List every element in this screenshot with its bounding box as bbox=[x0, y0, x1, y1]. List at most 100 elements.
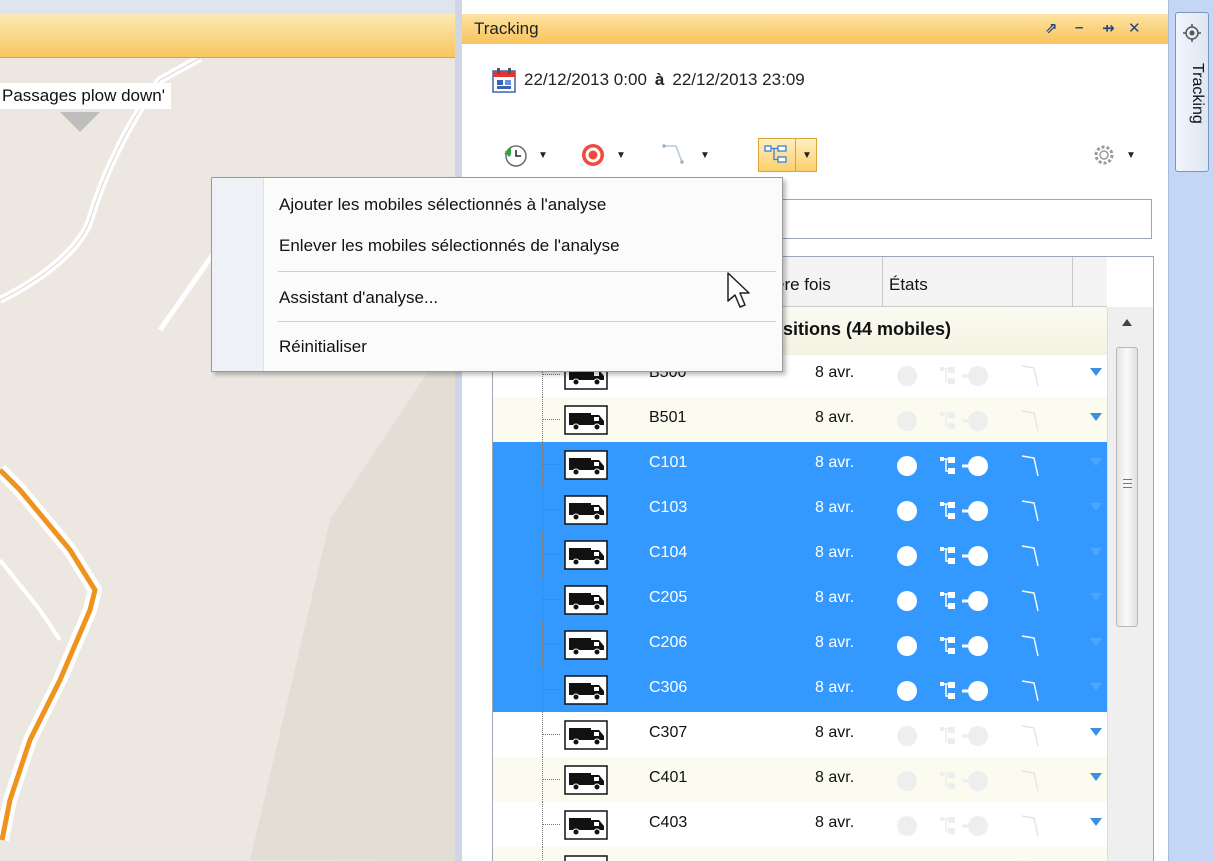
state-icons bbox=[896, 722, 1066, 750]
chevron-down-icon[interactable]: ▼ bbox=[616, 150, 626, 161]
truck-icon bbox=[564, 450, 608, 485]
route-line bbox=[0, 468, 98, 841]
column-header-first-time[interactable]: ère fois bbox=[769, 257, 883, 307]
truck-icon bbox=[564, 540, 608, 575]
table-row[interactable]: C103 8 avr. bbox=[493, 487, 1107, 532]
first-time-date: 8 avr. bbox=[815, 814, 855, 831]
row-menu-chevron-icon[interactable] bbox=[1090, 593, 1102, 601]
row-menu-chevron-icon[interactable] bbox=[1090, 413, 1102, 421]
state-icons bbox=[896, 542, 1066, 570]
row-menu-chevron-icon[interactable] bbox=[1090, 728, 1102, 736]
table-row[interactable]: C104 8 avr. bbox=[493, 532, 1107, 577]
mobile-name: C101 bbox=[649, 454, 688, 471]
truck-icon bbox=[564, 765, 608, 800]
tree-branch bbox=[542, 644, 560, 645]
grid-rows: B500 8 avr. B501 8 avr. C101 8 avr. C103 8 avr.… bbox=[493, 352, 1107, 861]
group-label: sitions (44 mobiles) bbox=[783, 319, 952, 339]
tree-branch bbox=[542, 779, 560, 780]
calendar-icon[interactable] bbox=[492, 67, 516, 93]
route-button[interactable]: ▼ bbox=[662, 140, 710, 170]
table-row[interactable]: C101 8 avr. bbox=[493, 442, 1107, 487]
history-button[interactable]: ▼ bbox=[502, 140, 548, 170]
toolbar: ▼ ▼ ▼ ▼ ▼ bbox=[502, 136, 1142, 174]
locate-icon bbox=[1183, 24, 1201, 42]
row-menu-chevron-icon[interactable] bbox=[1090, 458, 1102, 466]
chevron-down-icon[interactable]: ▼ bbox=[802, 150, 812, 161]
truck-icon bbox=[564, 405, 608, 440]
menu-item-add-to-analysis[interactable]: Ajouter les mobiles sélectionnés à l'ana… bbox=[279, 195, 606, 215]
map-canvas[interactable] bbox=[0, 0, 455, 861]
popout-icon[interactable]: ⇗ bbox=[1045, 19, 1058, 37]
truck-icon bbox=[564, 630, 608, 665]
row-menu-chevron-icon[interactable] bbox=[1090, 818, 1102, 826]
table-row[interactable]: C401 8 avr. bbox=[493, 757, 1107, 802]
mobile-name: C103 bbox=[649, 499, 688, 516]
map-view[interactable]: Passages plow down' bbox=[0, 0, 455, 861]
tree-branch bbox=[542, 374, 560, 375]
row-menu-chevron-icon[interactable] bbox=[1090, 773, 1102, 781]
menu-item-reset[interactable]: Réinitialiser bbox=[279, 337, 367, 357]
mobile-name: C401 bbox=[649, 769, 688, 786]
truck-icon bbox=[564, 720, 608, 755]
tree-branch bbox=[542, 824, 560, 825]
row-menu-chevron-icon[interactable] bbox=[1090, 683, 1102, 691]
minimize-icon[interactable]: – bbox=[1075, 19, 1083, 36]
table-row[interactable]: C307 8 avr. bbox=[493, 712, 1107, 757]
history-clock-icon bbox=[504, 145, 527, 167]
state-icons bbox=[896, 362, 1066, 390]
tree-branch bbox=[542, 464, 560, 465]
analysis-button[interactable]: ▼ bbox=[758, 138, 817, 172]
mobile-name: C403 bbox=[649, 814, 688, 831]
column-header-states[interactable]: États bbox=[883, 257, 1073, 307]
analysis-context-menu: Ajouter les mobiles sélectionnés à l'ana… bbox=[211, 177, 783, 372]
scroll-up-icon[interactable] bbox=[1122, 319, 1132, 326]
tree-branch bbox=[542, 689, 560, 690]
dock-tab-label: Tracking bbox=[1189, 63, 1206, 124]
row-menu-chevron-icon[interactable] bbox=[1090, 503, 1102, 511]
first-time-date: 8 avr. bbox=[815, 589, 855, 606]
state-icons bbox=[896, 812, 1066, 840]
table-row[interactable]: C306 8 avr. bbox=[493, 667, 1107, 712]
menu-item-analysis-wizard[interactable]: Assistant d'analyse... bbox=[279, 288, 438, 308]
tree-branch bbox=[542, 509, 560, 510]
tree-line bbox=[542, 847, 543, 861]
pin-icon[interactable]: ⇸ bbox=[1102, 19, 1115, 37]
table-row[interactable]: B501 8 avr. bbox=[493, 397, 1107, 442]
first-time-date: 8 avr. bbox=[815, 769, 855, 786]
close-icon[interactable]: ✕ bbox=[1128, 19, 1141, 37]
date-end[interactable]: 22/12/2013 23:09 bbox=[672, 70, 804, 90]
map-label: Passages plow down' bbox=[0, 83, 171, 109]
menu-item-remove-from-analysis[interactable]: Enlever les mobiles sélectionnés de l'an… bbox=[279, 236, 620, 256]
truck-icon bbox=[564, 810, 608, 845]
target-button[interactable]: ▼ bbox=[580, 140, 626, 170]
mobile-name: C104 bbox=[649, 544, 688, 561]
row-menu-chevron-icon[interactable] bbox=[1090, 548, 1102, 556]
state-icons bbox=[896, 407, 1066, 435]
target-icon bbox=[582, 144, 604, 166]
truck-icon bbox=[564, 855, 608, 861]
dock-tab-tracking[interactable]: Tracking bbox=[1175, 12, 1209, 172]
first-time-date: 8 avr. bbox=[815, 544, 855, 561]
table-row[interactable]: C403 8 avr. bbox=[493, 802, 1107, 847]
chevron-down-icon[interactable]: ▼ bbox=[1126, 150, 1136, 161]
date-start[interactable]: 22/12/2013 0:00 bbox=[524, 70, 647, 90]
truck-icon bbox=[564, 495, 608, 530]
first-time-date: 8 avr. bbox=[815, 364, 855, 381]
right-dock: Tracking bbox=[1168, 0, 1213, 861]
settings-button[interactable]: ▼ bbox=[1092, 140, 1136, 170]
chevron-down-icon[interactable]: ▼ bbox=[700, 150, 710, 161]
chevron-down-icon[interactable]: ▼ bbox=[538, 150, 548, 161]
scrollbar-thumb[interactable] bbox=[1116, 347, 1138, 627]
menu-separator bbox=[278, 271, 776, 272]
mobile-name: C307 bbox=[649, 724, 688, 741]
first-time-date: 8 avr. bbox=[815, 634, 855, 651]
row-menu-chevron-icon[interactable] bbox=[1090, 368, 1102, 376]
vertical-scrollbar[interactable] bbox=[1107, 307, 1153, 861]
date-separator: à bbox=[654, 70, 665, 89]
tracking-panel: Tracking ⇗ – ⇸ ✕ 22/12/2013 0:00 à 22/12… bbox=[455, 0, 1168, 861]
table-row[interactable]: C4058 avr. bbox=[493, 847, 1107, 861]
analysis-tree-icon bbox=[764, 145, 787, 163]
table-row[interactable]: C206 8 avr. bbox=[493, 622, 1107, 667]
table-row[interactable]: C205 8 avr. bbox=[493, 577, 1107, 622]
row-menu-chevron-icon[interactable] bbox=[1090, 638, 1102, 646]
